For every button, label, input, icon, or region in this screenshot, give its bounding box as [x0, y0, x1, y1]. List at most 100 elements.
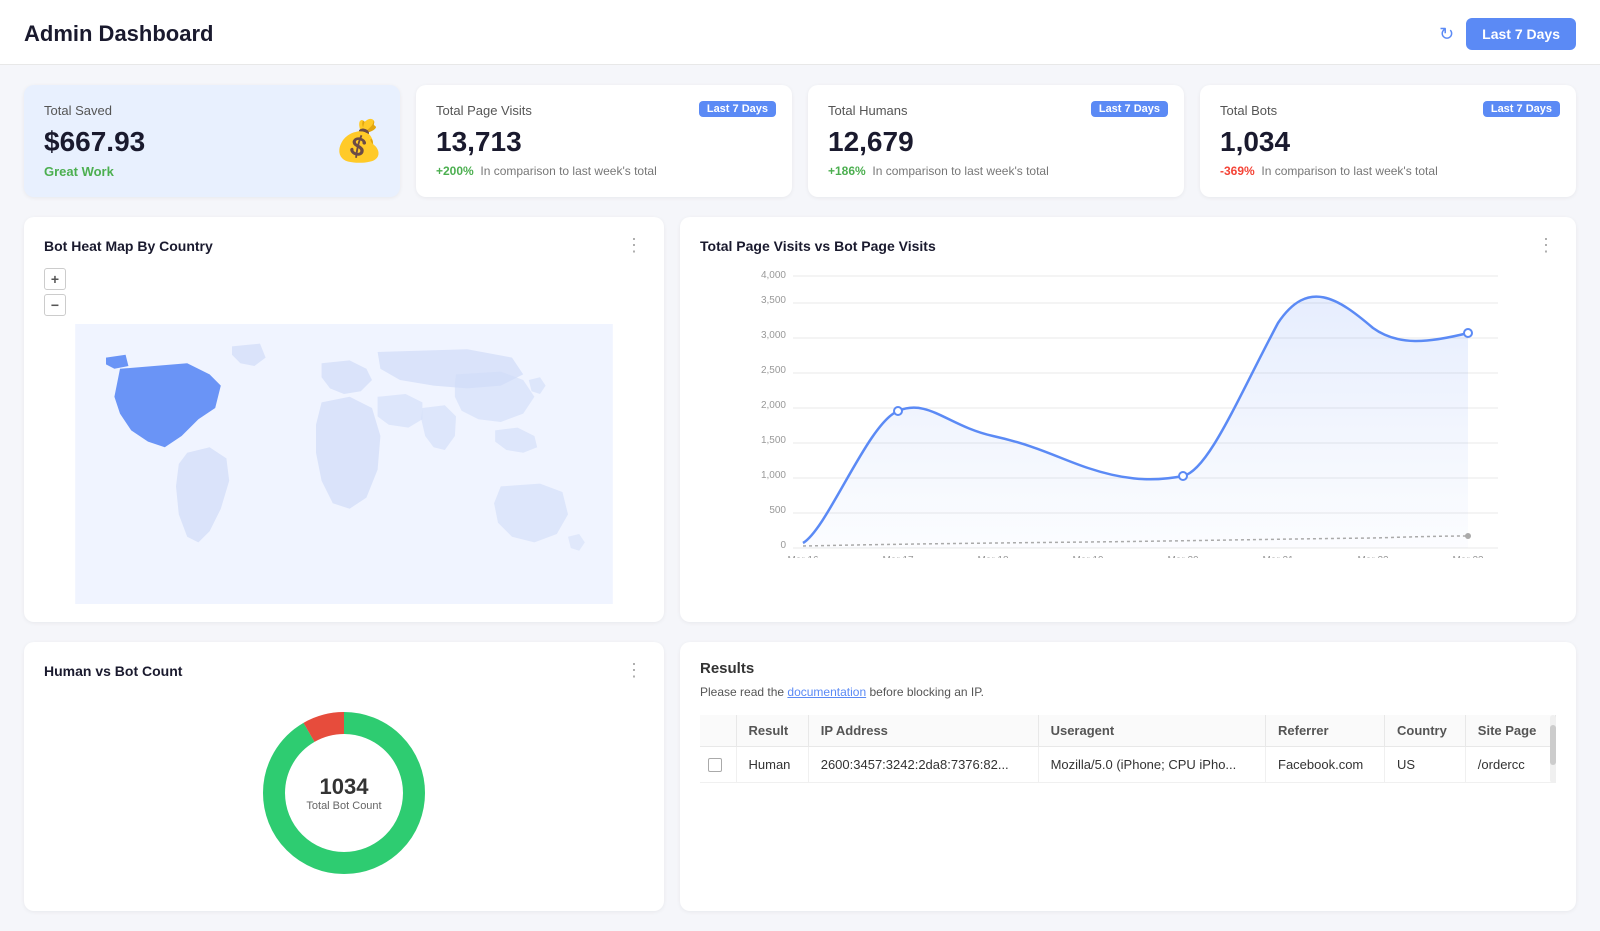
- donut-container: 1034 Total Bot Count: [44, 693, 644, 893]
- bottom-row: Human vs Bot Count ⋮ 1034 Total Bot Coun…: [24, 642, 1576, 911]
- col-checkbox: [700, 715, 736, 747]
- row-checkbox-cell[interactable]: [700, 747, 736, 783]
- results-description: Please read the documentation before blo…: [700, 683, 1556, 701]
- col-useragent: Useragent: [1038, 715, 1265, 747]
- svg-text:4,000: 4,000: [761, 270, 786, 281]
- svg-text:1,000: 1,000: [761, 470, 786, 481]
- heatmap-title: Bot Heat Map By Country: [44, 238, 213, 254]
- header-actions: ↻ Last 7 Days: [1439, 18, 1576, 50]
- bots-change-desc: In comparison to last week's total: [1261, 164, 1437, 178]
- map-zoom-out-button[interactable]: −: [44, 294, 66, 316]
- svg-text:Mar 22: Mar 22: [1357, 555, 1389, 558]
- map-zoom-in-button[interactable]: +: [44, 268, 66, 290]
- row-checkbox[interactable]: [708, 758, 722, 772]
- col-result: Result: [736, 715, 808, 747]
- total-saved-sub: Great Work: [44, 164, 380, 179]
- svg-text:0: 0: [780, 540, 786, 551]
- stat-card-total-bots: Last 7 Days Total Bots 1,034 -369% In co…: [1200, 85, 1576, 197]
- bots-value: 1,034: [1220, 126, 1556, 158]
- scrollbar-track[interactable]: [1550, 715, 1556, 783]
- humans-sub: +186% In comparison to last week's total: [828, 164, 1164, 178]
- results-card: Results Please read the documentation be…: [680, 642, 1576, 911]
- stat-card-total-saved: Total Saved $667.93 Great Work 💰: [24, 85, 400, 197]
- total-saved-label: Total Saved: [44, 103, 380, 118]
- col-country: Country: [1385, 715, 1466, 747]
- row-result: Human: [736, 747, 808, 783]
- results-desc-after: before blocking an IP.: [866, 685, 984, 699]
- svg-text:Mar 21: Mar 21: [1262, 555, 1294, 558]
- map-controls: + −: [44, 268, 644, 316]
- line-chart-card: Total Page Visits vs Bot Page Visits ⋮ 0…: [680, 217, 1576, 622]
- page-title: Admin Dashboard: [24, 21, 213, 47]
- table-header: Result IP Address Useragent Referrer Cou…: [700, 715, 1556, 747]
- svg-text:500: 500: [769, 505, 786, 516]
- page-visits-badge: Last 7 Days: [699, 101, 776, 117]
- svg-text:3,000: 3,000: [761, 330, 786, 341]
- bots-sub: -369% In comparison to last week's total: [1220, 164, 1556, 178]
- heatmap-card: Bot Heat Map By Country ⋮ + −: [24, 217, 664, 622]
- svg-text:Mar 23: Mar 23: [1452, 555, 1484, 558]
- row-useragent: Mozilla/5.0 (iPhone; CPU iPho...: [1038, 747, 1265, 783]
- page-visits-sub: +200% In comparison to last week's total: [436, 164, 772, 178]
- donut-center-text: 1034 Total Bot Count: [306, 774, 381, 812]
- humans-change: +186%: [828, 164, 866, 178]
- refresh-icon[interactable]: ↻: [1439, 24, 1454, 45]
- donut-label: Total Bot Count: [306, 800, 381, 812]
- results-desc-before: Please read the: [700, 685, 787, 699]
- donut-title: Human vs Bot Count: [44, 663, 182, 679]
- bots-badge: Last 7 Days: [1483, 101, 1560, 117]
- humans-badge: Last 7 Days: [1091, 101, 1168, 117]
- last7-button[interactable]: Last 7 Days: [1466, 18, 1576, 50]
- col-referrer: Referrer: [1266, 715, 1385, 747]
- donut-wrap: 1034 Total Bot Count: [254, 703, 434, 883]
- table-body: Human 2600:3457:3242:2da8:7376:82... Moz…: [700, 747, 1556, 783]
- svg-text:Mar 17: Mar 17: [882, 555, 914, 558]
- page-visits-change-desc: In comparison to last week's total: [480, 164, 656, 178]
- col-sitepage: Site Page: [1465, 715, 1555, 747]
- svg-text:Mar 20: Mar 20: [1167, 555, 1199, 558]
- page-visits-change: +200%: [436, 164, 474, 178]
- line-chart: 0 500 1,000 1,500 2,000 2,500 3,000 3,50…: [700, 268, 1556, 558]
- svg-text:Mar 19: Mar 19: [1072, 555, 1104, 558]
- row-ip: 2600:3457:3242:2da8:7376:82...: [808, 747, 1038, 783]
- donut-card: Human vs Bot Count ⋮ 1034 Total Bot Coun…: [24, 642, 664, 911]
- svg-text:Mar 16: Mar 16: [787, 555, 819, 558]
- stat-card-total-page-visits: Last 7 Days Total Page Visits 13,713 +20…: [416, 85, 792, 197]
- money-bag-icon: 💰: [334, 118, 384, 165]
- donut-header: Human vs Bot Count ⋮: [44, 660, 644, 681]
- svg-text:Mar 18: Mar 18: [977, 555, 1009, 558]
- svg-text:3,500: 3,500: [761, 295, 786, 306]
- results-table: Result IP Address Useragent Referrer Cou…: [700, 715, 1556, 783]
- svg-text:1,500: 1,500: [761, 435, 786, 446]
- line-chart-menu-icon[interactable]: ⋮: [1537, 235, 1556, 256]
- line-chart-header: Total Page Visits vs Bot Page Visits ⋮: [700, 235, 1556, 256]
- stat-cards-row: Total Saved $667.93 Great Work 💰 Last 7 …: [24, 85, 1576, 197]
- header: Admin Dashboard ↻ Last 7 Days: [0, 0, 1600, 65]
- svg-text:2,000: 2,000: [761, 400, 786, 411]
- charts-row: Bot Heat Map By Country ⋮ + −: [24, 217, 1576, 622]
- results-title: Results: [700, 660, 1556, 677]
- humans-change-desc: In comparison to last week's total: [872, 164, 1048, 178]
- heatmap-header: Bot Heat Map By Country ⋮: [44, 235, 644, 256]
- main-content: Total Saved $667.93 Great Work 💰 Last 7 …: [0, 65, 1600, 931]
- row-referrer: Facebook.com: [1266, 747, 1385, 783]
- row-sitepage: /ordercc: [1465, 747, 1555, 783]
- documentation-link[interactable]: documentation: [787, 685, 866, 699]
- svg-text:2,500: 2,500: [761, 365, 786, 376]
- stat-card-total-humans: Last 7 Days Total Humans 12,679 +186% In…: [808, 85, 1184, 197]
- line-chart-title: Total Page Visits vs Bot Page Visits: [700, 238, 936, 254]
- table-row: Human 2600:3457:3242:2da8:7376:82... Moz…: [700, 747, 1556, 783]
- donut-menu-icon[interactable]: ⋮: [625, 660, 644, 681]
- col-ip: IP Address: [808, 715, 1038, 747]
- page-visits-value: 13,713: [436, 126, 772, 158]
- table-header-row: Result IP Address Useragent Referrer Cou…: [700, 715, 1556, 747]
- total-saved-value: $667.93: [44, 126, 380, 158]
- bots-change: -369%: [1220, 164, 1255, 178]
- heatmap-menu-icon[interactable]: ⋮: [625, 235, 644, 256]
- humans-value: 12,679: [828, 126, 1164, 158]
- world-map: [44, 324, 644, 604]
- scrollbar-thumb[interactable]: [1550, 725, 1556, 765]
- results-table-scroll[interactable]: Result IP Address Useragent Referrer Cou…: [700, 715, 1556, 783]
- row-country: US: [1385, 747, 1466, 783]
- donut-count: 1034: [306, 774, 381, 800]
